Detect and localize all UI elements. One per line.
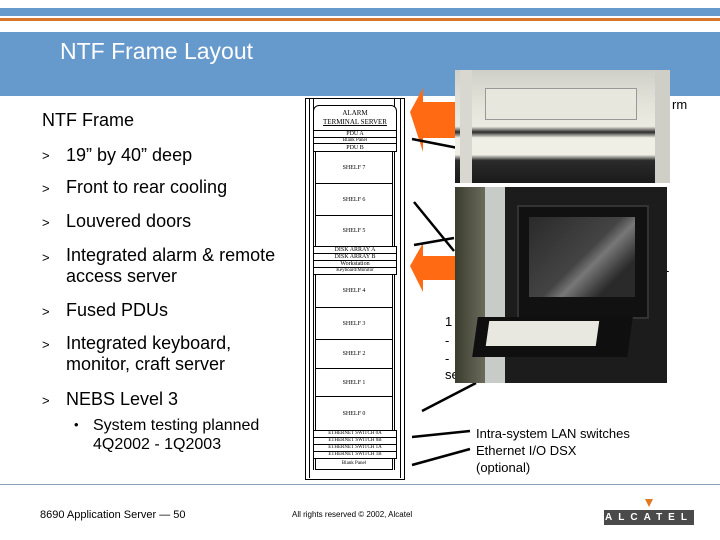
footer-copyright: All rights reserved © 2002, Alcatel	[292, 510, 413, 519]
pointer-line	[411, 429, 471, 439]
callout-optional: (optional)	[476, 460, 531, 475]
rack-post	[655, 70, 670, 183]
pointer-line	[411, 137, 459, 150]
alarm-server-chassis	[485, 88, 637, 120]
callout-ethernet-dsx: Ethernet I/O DSX	[476, 443, 577, 458]
pointer-line	[411, 447, 471, 467]
monitor	[517, 205, 649, 319]
logo-triangle-icon	[645, 499, 653, 507]
keyboard-tray	[472, 317, 633, 357]
keyboard	[485, 321, 600, 346]
monitor-screen	[529, 217, 635, 297]
alcatel-logo: ALCATEL	[604, 510, 694, 525]
rack-post	[460, 70, 472, 183]
photo-alarm-server	[455, 70, 670, 183]
photo-keyboard-monitor	[455, 187, 667, 383]
footer-page-label: 8690 Application Server — 50	[40, 509, 186, 521]
pointer-line	[421, 381, 477, 413]
footer-divider	[0, 484, 720, 485]
callout-lan-switches: Intra-system LAN switches	[476, 426, 630, 441]
